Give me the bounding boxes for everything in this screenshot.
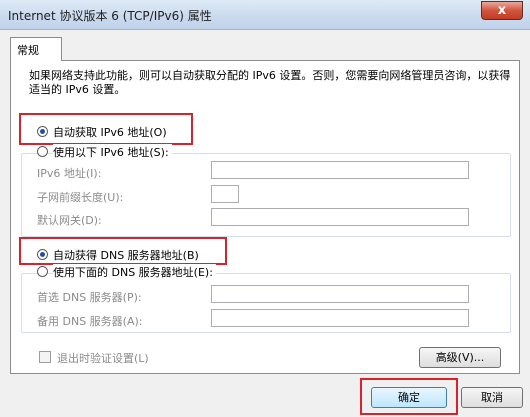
preferred-dns-label: 首选 DNS 服务器(P): — [37, 291, 142, 304]
close-button[interactable]: x — [481, 1, 523, 20]
validate-settings-label: 退出时验证设置(L) — [57, 352, 149, 365]
alternate-dns-field[interactable] — [211, 309, 469, 327]
default-gateway-field[interactable] — [211, 208, 469, 226]
title-bar: Internet 协议版本 6 (TCP/IPv6) 属性 x — [0, 0, 530, 30]
alternate-dns-label: 备用 DNS 服务器(A): — [37, 315, 143, 328]
validate-settings-checkbox[interactable] — [39, 351, 51, 363]
close-icon: x — [497, 3, 507, 18]
cancel-button[interactable]: 取消 — [461, 387, 523, 408]
tab-general-label: 常规 — [17, 44, 39, 57]
tab-general[interactable]: 常规 — [10, 37, 62, 61]
highlight-auto-ipv6 — [19, 113, 193, 145]
subnet-prefix-field[interactable] — [211, 185, 239, 203]
default-gateway-label: 默认网关(D): — [37, 214, 102, 227]
ipv6-address-field[interactable] — [211, 161, 469, 179]
general-panel: 如果网络支持此功能，则可以自动获取分配的 IPv6 设置。否则，您需要向网络管理… — [10, 60, 520, 374]
preferred-dns-field[interactable] — [211, 285, 469, 303]
highlight-auto-dns — [19, 237, 227, 265]
subnet-prefix-label: 子网前缀长度(U): — [37, 191, 124, 204]
description-text: 如果网络支持此功能，则可以自动获取分配的 IPv6 设置。否则，您需要向网络管理… — [29, 69, 511, 96]
manual-ipv6-label: 使用以下 IPv6 地址(S): — [53, 144, 172, 160]
advanced-button[interactable]: 高级(V)... — [419, 347, 501, 368]
manual-dns-label: 使用下面的 DNS 服务器地址(E): — [53, 264, 216, 280]
ipv6-address-label: IPv6 地址(I): — [37, 167, 102, 180]
highlight-ok — [360, 378, 458, 415]
window-title: Internet 协议版本 6 (TCP/IPv6) 属性 — [8, 9, 212, 23]
manual-dns-radio[interactable] — [37, 266, 48, 277]
manual-ipv6-radio[interactable] — [37, 146, 48, 157]
